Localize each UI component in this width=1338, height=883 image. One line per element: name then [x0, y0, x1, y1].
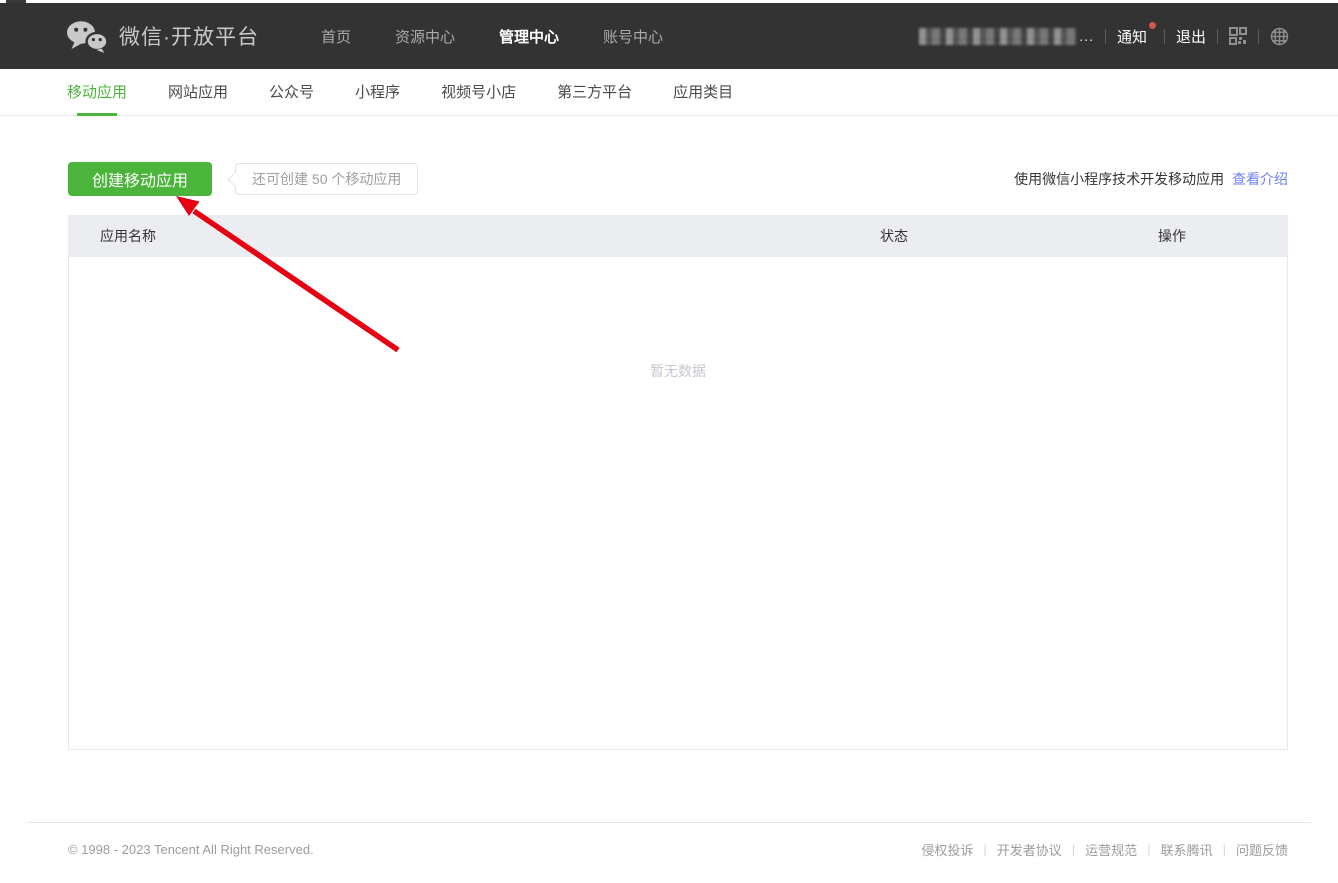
- nav-management-center[interactable]: 管理中心: [499, 26, 559, 47]
- redacted-account-text: [919, 28, 1077, 45]
- footer-link-feedback[interactable]: 问题反馈: [1236, 840, 1288, 859]
- footer-separator: |: [1072, 842, 1075, 857]
- account-name-redacted[interactable]: ...: [919, 28, 1094, 45]
- notification-dot: [1149, 22, 1156, 29]
- tab-official-account[interactable]: 公众号: [269, 69, 314, 116]
- divider: [1217, 29, 1218, 44]
- divider: [1164, 29, 1165, 44]
- topbar-right-cluster: ... 通知 退出: [919, 26, 1289, 47]
- copyright-text: © 1998 - 2023 Tencent All Right Reserved…: [68, 842, 314, 857]
- view-intro-link[interactable]: 查看介绍: [1232, 171, 1288, 187]
- column-header-action: 操作: [1158, 226, 1288, 246]
- footer-separator: |: [1223, 842, 1226, 857]
- page-footer: © 1998 - 2023 Tencent All Right Reserved…: [68, 840, 1288, 859]
- screenshot-notch: [6, 0, 26, 3]
- nav-home[interactable]: 首页: [321, 26, 351, 47]
- column-header-status: 状态: [880, 226, 1158, 246]
- tab-app-category[interactable]: 应用类目: [673, 69, 733, 116]
- notifications-link[interactable]: 通知: [1117, 26, 1147, 47]
- screenshot-top-artifact: [0, 0, 1338, 3]
- tab-website-app[interactable]: 网站应用: [168, 69, 228, 116]
- top-header: 微信·开放平台 首页 资源中心 管理中心 账号中心 ... 通知 退出: [0, 3, 1338, 69]
- footer-link-infringement-complaint[interactable]: 侵权投诉: [921, 840, 973, 859]
- footer-separator: |: [983, 842, 986, 857]
- footer-link-contact-tencent[interactable]: 联系腾讯: [1161, 840, 1213, 859]
- footer-divider: [27, 822, 1311, 823]
- app-type-subnav: 移动应用 网站应用 公众号 小程序 视频号小店 第三方平台 应用类目: [0, 69, 1338, 116]
- qr-code-icon[interactable]: [1229, 27, 1247, 45]
- tab-mini-program[interactable]: 小程序: [355, 69, 400, 116]
- tab-mobile-app[interactable]: 移动应用: [67, 69, 127, 116]
- toolbar: 创建移动应用 还可创建 50 个移动应用 使用微信小程序技术开发移动应用 查看介…: [68, 162, 1288, 196]
- logout-link[interactable]: 退出: [1176, 26, 1206, 47]
- main-content: 创建移动应用 还可创建 50 个移动应用 使用微信小程序技术开发移动应用 查看介…: [68, 162, 1288, 750]
- column-header-app-name: 应用名称: [68, 226, 880, 246]
- globe-icon[interactable]: [1270, 27, 1289, 46]
- divider: [1258, 29, 1259, 44]
- logo-title: 微信·开放平台: [119, 21, 259, 51]
- tab-third-party-platform[interactable]: 第三方平台: [557, 69, 632, 116]
- quota-hint-tooltip: 还可创建 50 个移动应用: [235, 163, 418, 195]
- empty-state-text: 暂无数据: [69, 257, 1287, 381]
- table-body: 暂无数据: [68, 257, 1288, 750]
- wechat-logo-icon: [66, 20, 108, 53]
- footer-separator: |: [1147, 842, 1150, 857]
- footer-link-operation-rules[interactable]: 运营规范: [1085, 840, 1137, 859]
- main-nav: 首页 资源中心 管理中心 账号中心: [321, 26, 663, 47]
- table-header-row: 应用名称 状态 操作: [68, 215, 1288, 257]
- notifications-label: 通知: [1117, 29, 1147, 46]
- account-ellipsis: ...: [1079, 28, 1094, 44]
- footer-link-developer-agreement[interactable]: 开发者协议: [997, 840, 1062, 859]
- footer-links: 侵权投诉 | 开发者协议 | 运营规范 | 联系腾讯 | 问题反馈: [921, 840, 1288, 859]
- create-mobile-app-button[interactable]: 创建移动应用: [68, 162, 212, 196]
- promo-text-wrap: 使用微信小程序技术开发移动应用 查看介绍: [1014, 169, 1288, 189]
- divider: [1105, 29, 1106, 44]
- promo-text: 使用微信小程序技术开发移动应用: [1014, 171, 1224, 187]
- wechat-open-platform-logo[interactable]: 微信·开放平台: [66, 20, 259, 53]
- nav-resource-center[interactable]: 资源中心: [395, 26, 455, 47]
- app-list-table: 应用名称 状态 操作 暂无数据: [68, 215, 1288, 750]
- tab-channels-shop[interactable]: 视频号小店: [441, 69, 516, 116]
- nav-account-center[interactable]: 账号中心: [603, 26, 663, 47]
